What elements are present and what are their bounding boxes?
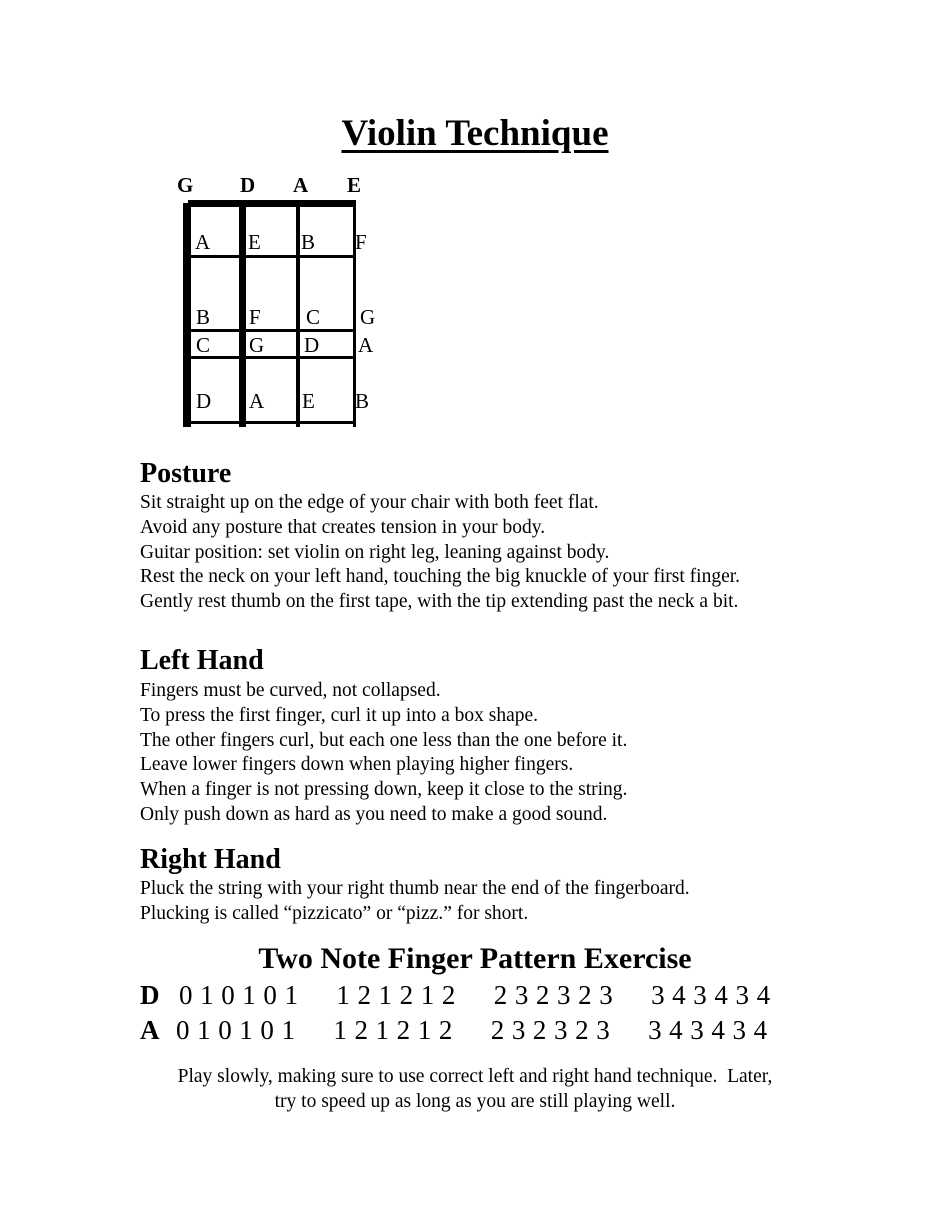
text-line: Pluck the string with your right thumb n…: [140, 878, 690, 899]
note-cell: F: [355, 230, 367, 254]
note-cell: G: [249, 333, 265, 357]
page-title: Violin Technique: [341, 113, 609, 154]
text-line: Plucking is called “pizzicato” or “pizz.…: [140, 902, 529, 924]
finger-pattern-group: 232323: [493, 980, 621, 1010]
note-cell: B: [196, 305, 211, 329]
section-heading-right-hand: Right Hand: [140, 844, 281, 875]
left-hand-text: Fingers must be curved, not collapsed. T…: [140, 679, 627, 828]
finger-pattern-group: 232323: [490, 1015, 618, 1045]
note-cell: E: [302, 389, 315, 413]
text-line: Only push down as hard as you need to ma…: [140, 803, 608, 825]
exercise-title: Two Note Finger Pattern Exercise: [258, 942, 692, 975]
string-line-a: [296, 203, 300, 427]
note-cell: A: [249, 389, 265, 413]
nut-line: [188, 200, 356, 207]
string-line-g: [183, 203, 191, 427]
section-heading-posture: Posture: [140, 458, 232, 489]
fret-line-3: [188, 356, 356, 359]
section-heading-left-hand: Left Hand: [140, 645, 264, 676]
text-line: To press the first finger, curl it up in…: [140, 704, 539, 726]
string-line-d: [239, 203, 246, 427]
finger-pattern-group: 121212: [336, 980, 463, 1010]
text-line: Guitar position: set violin on right leg…: [140, 541, 610, 563]
note-cell: B: [355, 389, 370, 413]
text-line: Avoid any posture that creates tension i…: [140, 516, 546, 538]
right-hand-text: Pluck the string with your right thumb n…: [140, 877, 690, 927]
note-cell: B: [301, 230, 316, 254]
finger-pattern-group: 010101: [176, 1015, 303, 1045]
note-cell: E: [248, 230, 261, 254]
exercise-row-d: D 010101 121212 232323 343434: [140, 978, 802, 1012]
exercise-string-label: D: [140, 980, 160, 1010]
fret-line-1: [188, 255, 356, 258]
note-cell: A: [195, 230, 211, 254]
finger-pattern-group: 010101: [179, 980, 306, 1010]
text-line: Sit straight up on the edge of your chai…: [140, 492, 599, 513]
exercise-instructions: Play slowly, making sure to use correct …: [0, 1064, 950, 1114]
note-cell: D: [304, 333, 320, 357]
string-label-d: D: [240, 173, 256, 197]
exercise-row-a: A 010101 121212 232323 343434: [140, 1013, 799, 1047]
text-line: Leave lower fingers down when playing hi…: [140, 754, 574, 776]
text-line: Gently rest thumb on the first tape, wit…: [140, 591, 739, 613]
note-cell: F: [249, 305, 261, 329]
text-line: The other fingers curl, but each one les…: [140, 729, 628, 751]
finger-pattern-group: 343434: [648, 1015, 775, 1045]
text-line: Play slowly, making sure to use correct …: [177, 1066, 773, 1087]
finger-pattern-group: 343434: [651, 980, 778, 1010]
text-line: When a finger is not pressing down, keep…: [140, 779, 628, 801]
posture-text: Sit straight up on the edge of your chai…: [140, 491, 740, 615]
note-cell: D: [196, 389, 212, 413]
text-line: try to speed up as long as you are still…: [274, 1091, 676, 1112]
string-label-e: E: [347, 173, 362, 197]
finger-pattern-group: 121212: [333, 1015, 460, 1045]
exercise-string-label: A: [140, 1015, 160, 1045]
fret-line-4: [188, 421, 356, 424]
note-cell: A: [358, 333, 374, 357]
string-label-a: A: [293, 173, 309, 197]
text-line: Rest the neck on your left hand, touchin…: [140, 566, 741, 588]
note-cell: C: [306, 305, 321, 329]
fret-line-2: [188, 329, 356, 332]
note-cell: G: [360, 305, 376, 329]
text-line: Fingers must be curved, not collapsed.: [140, 680, 441, 701]
note-cell: C: [196, 333, 211, 357]
string-label-g: G: [177, 173, 194, 197]
